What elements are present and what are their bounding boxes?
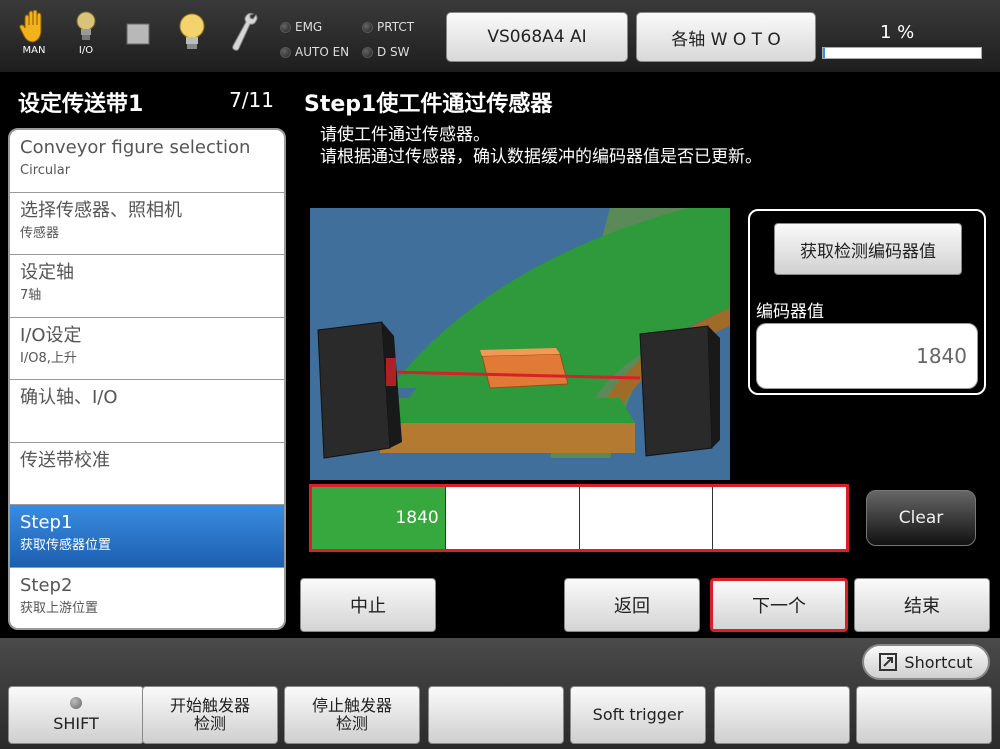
- step-title: Conveyor figure selection: [20, 137, 251, 158]
- shift-label: SHIFT: [53, 714, 99, 733]
- conveyor-illustration: [310, 208, 730, 480]
- wizard-sidebar: 设定传送带1 7/11 Conveyor figure selection Cir…: [0, 72, 292, 638]
- buffer-cell: [713, 487, 846, 549]
- dsw-led: [362, 46, 373, 58]
- light-indicator[interactable]: [174, 10, 210, 62]
- step-item[interactable]: 选择传感器、照相机传感器: [10, 193, 284, 255]
- step-title: 确认轴、I/O: [20, 387, 118, 408]
- get-encoder-value-button[interactable]: 获取检测编码器值: [774, 223, 962, 275]
- step-title: 选择传感器、照相机: [20, 199, 182, 221]
- back-button[interactable]: 返回: [564, 578, 700, 632]
- step-item[interactable]: 传送带校准: [10, 443, 284, 505]
- finish-button[interactable]: 结束: [854, 578, 990, 632]
- start-trigger-detect-key[interactable]: 开始触发器 检测: [142, 686, 278, 744]
- progress-fill: [823, 48, 825, 58]
- step-title: Step1: [20, 512, 73, 533]
- mode-label: MAN: [22, 45, 46, 56]
- step-subtitle: Circular: [20, 163, 71, 178]
- progress-bar: [822, 47, 982, 59]
- step-item[interactable]: Step2 获取上游位置: [10, 568, 284, 629]
- tool-indicator[interactable]: [226, 10, 262, 62]
- hand-icon: [19, 10, 42, 43]
- io-label: I/O: [78, 45, 94, 56]
- stop-trigger-detect-key[interactable]: 停止触发器 检测: [284, 686, 420, 744]
- page-indicator: 7/11: [229, 88, 274, 112]
- step-subtitle: 获取传感器位置: [20, 538, 112, 553]
- shortcut-icon: [879, 653, 898, 671]
- lamp-icon: [76, 11, 96, 40]
- workpiece: [481, 353, 569, 389]
- shift-led: [70, 697, 82, 709]
- shortcut-label: Shortcut: [904, 652, 973, 672]
- function-key-blank-3[interactable]: [856, 686, 992, 744]
- encoder-panel: 获取检测编码器值 编码器值 1840: [748, 209, 986, 395]
- emg-status: EMG: [280, 20, 322, 34]
- right-sensor: [639, 325, 713, 457]
- step-subtitle: I/O8,上升: [20, 350, 77, 366]
- emg-led: [280, 21, 291, 33]
- function-key-bar: Shortcut SHIFT 开始触发器 检测 停止触发器 检测 Soft tr…: [0, 638, 1000, 749]
- step-title: Step2: [20, 574, 73, 596]
- belt-front: [380, 423, 635, 453]
- shift-key[interactable]: SHIFT: [8, 686, 144, 744]
- abort-button[interactable]: 中止: [300, 578, 436, 632]
- step-subtitle: 传感器: [20, 225, 60, 241]
- program-button[interactable]: VS068A4 AI: [446, 12, 628, 62]
- io-indicator[interactable]: I/O: [68, 10, 104, 62]
- wizard-title: 设定传送带1: [18, 92, 144, 117]
- step-title: 设定轴: [20, 262, 74, 283]
- encoder-label: 编码器值: [756, 302, 824, 322]
- step-subtitle: 7轴: [20, 288, 42, 303]
- soft-trigger-key[interactable]: Soft trigger: [570, 686, 706, 744]
- stop-indicator[interactable]: [120, 10, 156, 62]
- auto-en-led: [280, 46, 291, 58]
- step-list: Conveyor figure selection Circular 选择传感器、照…: [8, 128, 286, 630]
- stop-square-icon: [126, 23, 150, 45]
- manual-mode-indicator[interactable]: MAN: [16, 10, 52, 62]
- data-buffer: 1840: [309, 484, 849, 552]
- prtct-status: PRTCT: [362, 20, 414, 34]
- axis-button[interactable]: 各轴 W O T O: [636, 12, 816, 62]
- step-item[interactable]: 确认轴、I/O: [10, 380, 284, 443]
- step-item[interactable]: Conveyor figure selection Circular: [10, 130, 284, 193]
- step-title: I/O设定: [20, 324, 82, 346]
- wrench-icon: [232, 12, 258, 51]
- belt-top: [380, 398, 635, 423]
- buffer-cell: 1840: [312, 487, 446, 549]
- step-item[interactable]: I/O设定 I/O8,上升: [10, 318, 284, 380]
- instruction-line-2: 请根据通过传感器，确认数据缓冲的编码器值是否已更新。: [320, 147, 762, 167]
- buffer-cell: [580, 487, 714, 549]
- step-item[interactable]: 设定轴 7轴: [10, 255, 284, 318]
- function-key-blank-2[interactable]: [714, 686, 850, 744]
- main-content: Step1使工件通过传感器 请使工件通过传感器。 请根据通过传感器，确认数据缓冲…: [292, 72, 1000, 638]
- encoder-value-field: 1840: [756, 323, 978, 389]
- page-title: Step1使工件通过传感器: [304, 92, 553, 117]
- function-key-blank-1[interactable]: [428, 686, 564, 744]
- clear-button[interactable]: Clear: [866, 490, 976, 546]
- step-subtitle: 获取上游位置: [20, 600, 99, 616]
- step-item[interactable]: Step1 获取传感器位置: [10, 505, 284, 568]
- progress-label: 1 %: [880, 22, 915, 43]
- status-bar: MAN I/O EMG PRTCT AUTO EN D SW VS068A4 A…: [0, 0, 1000, 72]
- next-button[interactable]: 下一个: [710, 578, 848, 632]
- dsw-status: D SW: [362, 45, 410, 59]
- left-sensor: [317, 321, 391, 459]
- shortcut-button[interactable]: Shortcut: [862, 644, 990, 680]
- prtct-led: [362, 21, 373, 33]
- lightbulb-icon: [179, 13, 205, 49]
- step-title: 传送带校准: [20, 449, 110, 471]
- buffer-cell: [446, 487, 580, 549]
- auto-en-status: AUTO EN: [280, 45, 349, 59]
